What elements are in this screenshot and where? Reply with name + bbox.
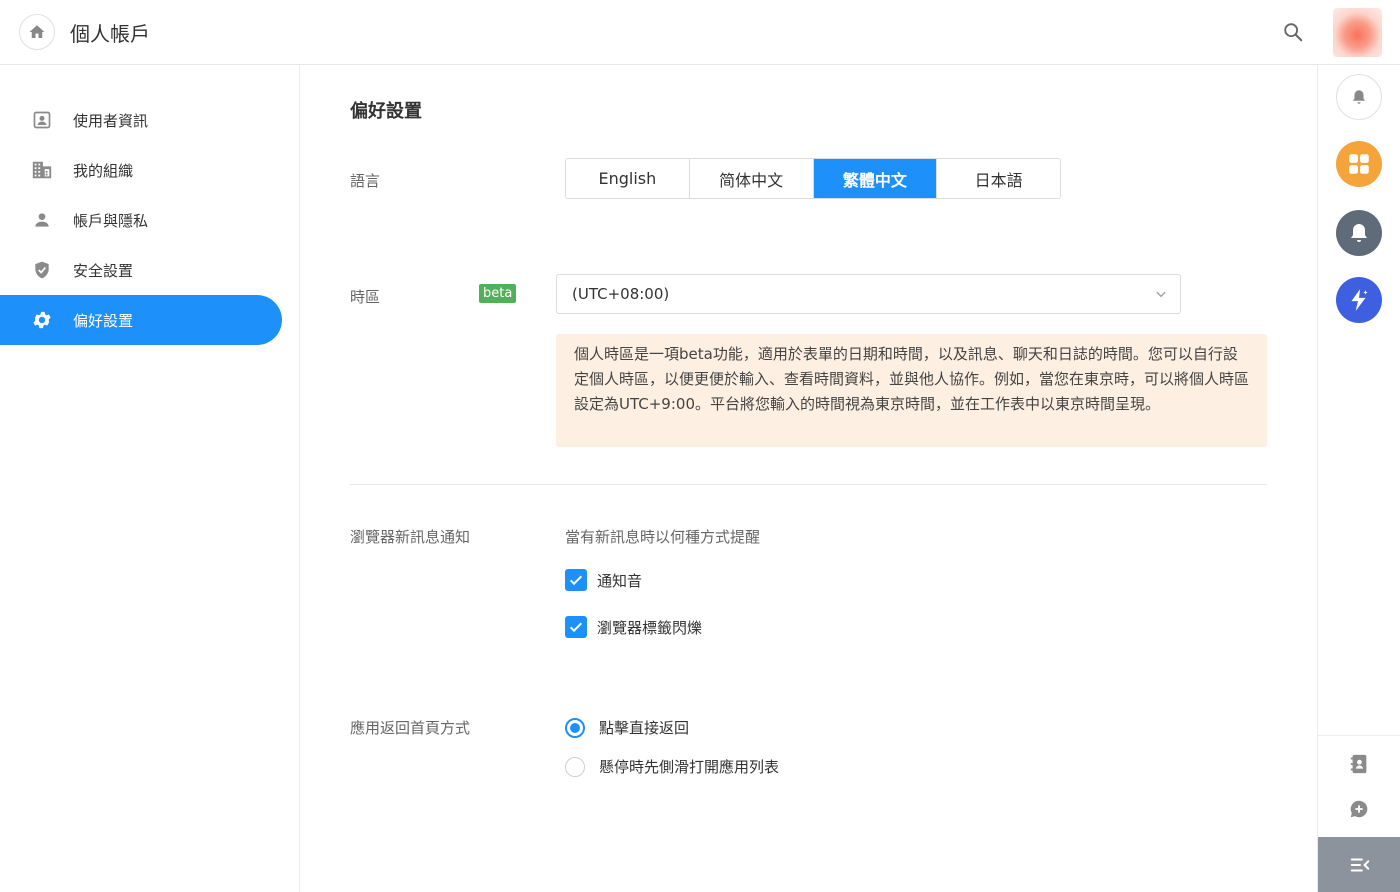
contacts-icon (1350, 754, 1367, 774)
app-return-label: 應用返回首頁方式 (350, 719, 471, 737)
preferences-panel: 偏好設置 語言 English 简体中文 繁體中文 日本語 時區 beta (U… (300, 65, 1317, 892)
sidebar-item-label: 我的組織 (73, 161, 134, 180)
search-icon (1284, 23, 1303, 42)
bell-filled-icon (1351, 224, 1367, 242)
collapse-button[interactable] (1318, 837, 1400, 892)
sidebar-item-account-privacy[interactable]: 帳戶與隱私 (0, 195, 282, 245)
add-chat-icon (1350, 800, 1368, 818)
rail-divider (1318, 735, 1400, 736)
return-click-option[interactable]: 點擊直接返回 (565, 717, 689, 738)
home-icon (29, 25, 45, 38)
sidebar-item-security[interactable]: 安全設置 (0, 245, 282, 295)
notify-sound-option[interactable]: 通知音 (565, 569, 642, 591)
search-button[interactable] (1280, 19, 1306, 45)
contacts-button[interactable] (1347, 752, 1371, 776)
check-icon (569, 622, 583, 633)
notifications-button[interactable] (1336, 74, 1382, 120)
apps-button[interactable] (1336, 141, 1382, 187)
sidebar-item-label: 帳戶與隱私 (73, 211, 149, 230)
right-rail (1317, 65, 1400, 892)
gear-icon (31, 309, 53, 331)
section-title: 偏好設置 (350, 101, 422, 122)
shield-icon (31, 259, 53, 281)
bell-icon (1353, 90, 1365, 104)
language-option-simplified-chinese[interactable]: 简体中文 (689, 159, 814, 198)
timezone-note: 個人時區是一項beta功能，適用於表單的日期和時間，以及訊息、聊天和日誌的時間。… (556, 334, 1267, 447)
sidebar-item-label: 安全設置 (73, 261, 134, 280)
return-hover-option[interactable]: 懸停時先側滑打開應用列表 (565, 756, 779, 777)
tab-flash-checkbox[interactable] (565, 616, 587, 638)
lightning-icon (1351, 289, 1368, 311)
timezone-select[interactable]: (UTC+08:00) (556, 274, 1181, 314)
language-selector: English 简体中文 繁體中文 日本語 (565, 158, 1061, 199)
sidebar-item-label: 偏好設置 (73, 311, 134, 330)
language-option-japanese[interactable]: 日本語 (937, 159, 1060, 198)
tab-flash-option[interactable]: 瀏覽器標籤閃爍 (565, 616, 702, 638)
add-chat-button[interactable] (1347, 797, 1371, 821)
return-hover-label: 懸停時先側滑打開應用列表 (599, 758, 780, 776)
chevron-down-icon (1156, 291, 1166, 298)
divider (350, 484, 1267, 485)
timezone-label: 時區 (350, 288, 381, 306)
tab-flash-label: 瀏覽器標籤閃爍 (597, 618, 703, 637)
page-title: 個人帳戶 (70, 22, 150, 46)
return-click-label: 點擊直接返回 (599, 719, 690, 737)
avatar[interactable] (1333, 8, 1382, 57)
return-click-radio[interactable] (565, 717, 585, 738)
alerts-button[interactable] (1336, 210, 1382, 256)
language-label: 語言 (350, 172, 381, 190)
language-option-traditional-chinese[interactable]: 繁體中文 (813, 159, 938, 198)
notify-sound-checkbox[interactable] (565, 569, 587, 591)
check-icon (569, 575, 583, 586)
notify-sound-label: 通知音 (597, 571, 643, 590)
quick-action-button[interactable] (1336, 277, 1382, 323)
sidebar-item-label: 使用者資訊 (73, 111, 149, 130)
user-card-icon (31, 109, 53, 131)
sidebar-item-user-info[interactable]: 使用者資訊 (0, 95, 282, 145)
return-hover-radio[interactable] (565, 756, 585, 777)
browser-notify-label: 瀏覽器新訊息通知 (350, 528, 471, 546)
sidebar-item-preferences[interactable]: 偏好設置 (0, 295, 282, 345)
sidebar-item-organization[interactable]: 我的組織 (0, 145, 282, 195)
building-icon (31, 159, 53, 181)
apps-grid-icon (1349, 154, 1369, 174)
beta-badge: beta (479, 284, 517, 303)
top-bar: 個人帳戶 (0, 0, 1400, 65)
home-button[interactable] (19, 14, 55, 50)
timezone-value: (UTC+08:00) (572, 285, 670, 303)
language-option-english[interactable]: English (566, 159, 690, 198)
browser-notify-hint: 當有新訊息時以何種方式提醒 (565, 528, 761, 546)
collapse-menu-icon (1350, 857, 1369, 872)
person-icon (31, 209, 53, 231)
sidebar: 使用者資訊 我的組織 帳戶與隱私 安全設置 偏好設置 (0, 65, 300, 892)
